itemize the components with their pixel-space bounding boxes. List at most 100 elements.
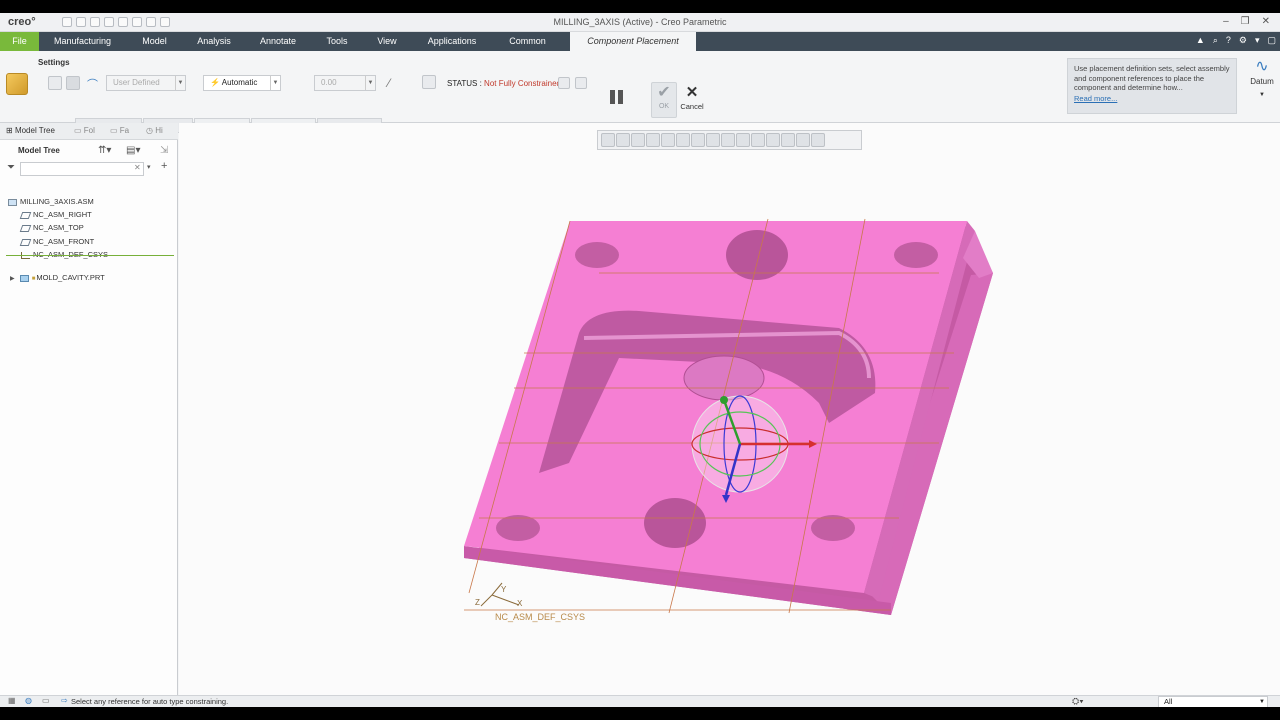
- cancel-button[interactable]: ✕ Cancel: [679, 84, 705, 118]
- counterbore-top-right: [894, 242, 938, 268]
- datum-plane-icon: [19, 238, 32, 246]
- tab-common[interactable]: Common: [500, 32, 555, 51]
- tab-applications[interactable]: Applications: [418, 32, 486, 51]
- tab-model[interactable]: Model: [132, 32, 177, 51]
- navigator-tabs: ⊞ Model Tree ▭ Fol ▭ Fa ◷ Hi: [0, 123, 178, 140]
- expand-arrow-icon[interactable]: ▶: [10, 276, 15, 282]
- tab-tools[interactable]: Tools: [317, 32, 357, 51]
- lightning-icon: ⚡: [210, 78, 220, 87]
- selection-filter-select[interactable]: All ▼: [1158, 696, 1268, 707]
- tab-annotate[interactable]: Annotate: [252, 32, 304, 51]
- component-placement-ribbon: Settings ⌒ User Defined ▼ ⚡ Automatic ▼ …: [0, 51, 1280, 133]
- placement-status-icon: [422, 75, 436, 89]
- pause-icon: [610, 90, 615, 104]
- status-bar: ▦ ◍ ▭ ⇨ Select any reference for auto ty…: [0, 695, 1280, 707]
- search-options-icon[interactable]: ▾: [147, 163, 151, 171]
- show-navigator-icon[interactable]: ▦: [8, 696, 16, 705]
- settings-label: Settings: [38, 58, 70, 67]
- component-placement-icon: [6, 73, 28, 95]
- full-screen-icon[interactable]: ▭: [42, 696, 50, 705]
- chevron-down-icon: ▼: [365, 76, 375, 90]
- restore-icon[interactable]: ❐: [1241, 16, 1250, 27]
- close-icon[interactable]: ✕: [1262, 16, 1270, 27]
- tree-item-assembly[interactable]: MILLING_3AXIS.ASM: [8, 196, 94, 207]
- add-column-icon[interactable]: +: [161, 160, 167, 172]
- tree-item-datum-plane[interactable]: NC_ASM_FRONT: [19, 236, 94, 247]
- csys-axis-x-label: X: [517, 599, 523, 608]
- hole-top: [726, 230, 788, 280]
- title-bar: creo° MILLING_3AXIS (Active) - Creo Para…: [0, 13, 1280, 32]
- assembly-icon: [8, 198, 17, 206]
- tab-view[interactable]: View: [370, 32, 404, 51]
- model-canvas[interactable]: Y X Z NC_ASM_DEF_CSYS: [179, 123, 1280, 695]
- filter-icon[interactable]: ⏷: [7, 162, 15, 173]
- datum-plane-icon: [19, 224, 32, 232]
- tab-component-placement[interactable]: Component Placement: [570, 32, 696, 51]
- collapse-ribbon-icon[interactable]: ▲: [1196, 35, 1205, 46]
- constraint-set-select[interactable]: User Defined ▼: [106, 75, 186, 91]
- tab-file[interactable]: File: [0, 32, 39, 51]
- read-more-link[interactable]: Read more...: [1074, 94, 1230, 104]
- tab-favorites[interactable]: ▭ Fa: [110, 126, 129, 135]
- ribbon-right-icons: ▲ ⌕ ? ⚙ ▾ ▢: [1196, 35, 1276, 46]
- tab-folder-browser[interactable]: ▭ Fol: [74, 126, 95, 135]
- tree-search-input[interactable]: [20, 162, 144, 176]
- tree-item-datum-plane[interactable]: NC_ASM_RIGHT: [19, 209, 92, 220]
- counterbore-bottom-left: [496, 515, 540, 541]
- counterbore-top-left: [575, 242, 619, 268]
- contextual-help-box: Use placement definition sets, select as…: [1067, 58, 1237, 114]
- datum-icon: ∿: [1255, 58, 1269, 75]
- csys-label: NC_ASM_DEF_CSYS: [495, 612, 585, 622]
- minimize-icon[interactable]: –: [1223, 16, 1229, 27]
- connection-icon[interactable]: [66, 76, 80, 90]
- counterbore-bottom-right: [811, 515, 855, 541]
- tree-item-part[interactable]: ▶ ■MOLD_CAVITY.PRT: [10, 272, 105, 283]
- constraint-type-select[interactable]: ⚡ Automatic ▼: [203, 75, 281, 91]
- csys-axis-z-label: Z: [475, 598, 480, 607]
- datum-button[interactable]: ∿ Datum ▼: [1246, 57, 1278, 98]
- arrow-y-icon: [720, 396, 728, 404]
- chevron-down-icon: ▼: [1259, 92, 1265, 98]
- chevron-down-icon: ▼: [175, 76, 185, 90]
- separate-window-icon[interactable]: [558, 77, 570, 89]
- ribbon-tab-bar: File Manufacturing Model Analysis Annota…: [0, 32, 1280, 51]
- message-arrow-icon: ⇨: [61, 696, 68, 705]
- insert-here-divider: [6, 255, 174, 256]
- ok-button[interactable]: ✔ OK: [651, 82, 677, 118]
- checkmark-icon: ✔: [657, 84, 671, 101]
- csys-axis-y-label: Y: [501, 585, 507, 594]
- tab-history[interactable]: ◷ Hi: [146, 126, 163, 135]
- tab-manufacturing[interactable]: Manufacturing: [45, 32, 120, 51]
- constraint-set-icon[interactable]: [48, 76, 62, 90]
- show-icon[interactable]: ▤▾: [126, 145, 140, 156]
- window-controls: – ❐ ✕: [1223, 16, 1270, 27]
- expand-icon[interactable]: ▾: [1255, 35, 1260, 46]
- tree-settings-icon[interactable]: ⇈▾: [98, 145, 111, 156]
- offset-value-input[interactable]: 0.00 ▼: [314, 75, 376, 91]
- window-title: MILLING_3AXIS (Active) - Creo Parametric: [553, 17, 727, 27]
- pause-button[interactable]: [609, 90, 625, 106]
- tab-model-tree[interactable]: ⊞ Model Tree: [6, 126, 55, 135]
- settings-icon[interactable]: ⚙: [1239, 35, 1247, 46]
- status-text: STATUS : Not Fully Constrained: [447, 79, 561, 88]
- tree-item-datum-plane[interactable]: NC_ASM_TOP: [19, 222, 84, 233]
- default-csys-icon: [480, 582, 520, 607]
- tab-analysis[interactable]: Analysis: [190, 32, 238, 51]
- flip-constraint-icon[interactable]: ⁄: [388, 76, 402, 90]
- expand-tree-icon[interactable]: ⇲: [160, 145, 168, 156]
- maximize-ribbon-icon[interactable]: ▢: [1267, 35, 1276, 46]
- selection-filter-icon[interactable]: ⛭▾: [1072, 696, 1084, 707]
- creo-app-window: creo° MILLING_3AXIS (Active) - Creo Para…: [0, 13, 1280, 707]
- graphics-window[interactable]: Y X Z NC_ASM_DEF_CSYS: [179, 123, 1280, 695]
- close-icon: ✕: [685, 84, 699, 101]
- mechanism-icon[interactable]: ⌒: [87, 76, 101, 91]
- chevron-down-icon: ▼: [1259, 699, 1265, 705]
- browser-icon[interactable]: ◍: [25, 696, 32, 705]
- assembly-window-icon[interactable]: [575, 77, 587, 89]
- help-icon[interactable]: ?: [1226, 35, 1231, 46]
- hole-bottom: [644, 498, 706, 548]
- clear-search-icon[interactable]: ✕: [134, 163, 141, 172]
- status-message: Select any reference for auto type const…: [71, 697, 229, 706]
- search-icon[interactable]: ⌕: [1213, 35, 1218, 46]
- datum-plane-icon: [19, 211, 32, 219]
